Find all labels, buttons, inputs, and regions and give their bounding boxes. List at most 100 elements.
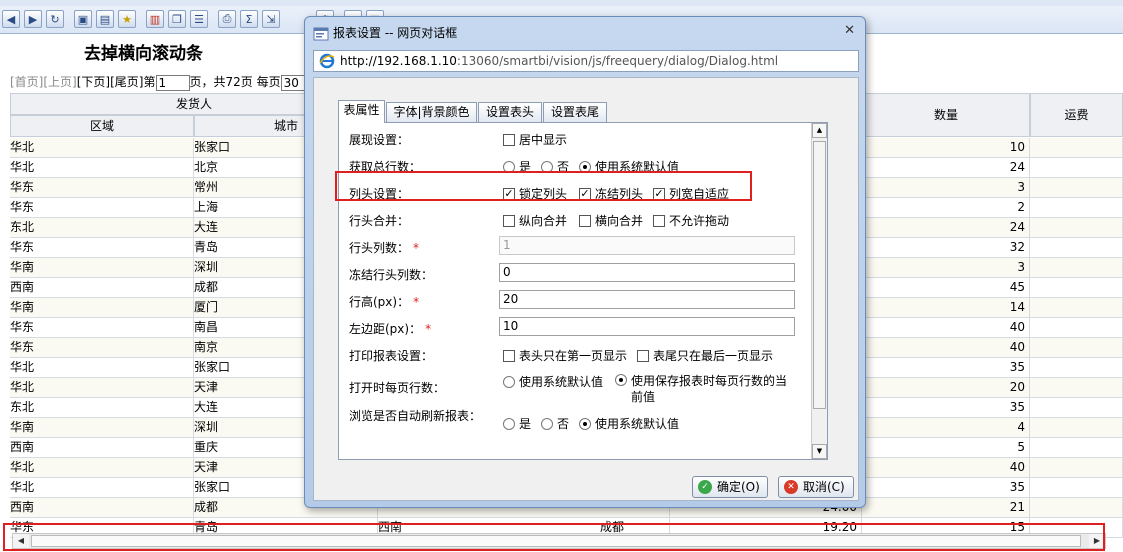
scroll-left-icon[interactable]: ◀ [13, 534, 29, 548]
last-page-link[interactable]: [尾页] [110, 75, 143, 89]
prev-page-link[interactable]: [上页] [43, 75, 76, 89]
left-margin-input[interactable]: 10 [499, 317, 795, 336]
total-rows-no-radio[interactable]: 否 [541, 158, 569, 175]
table-properties-panel: 展现设置： 居中显示 获取总行数： 是 否 使用系统默认值 列头设置： ✓ 锁定列… [338, 122, 828, 460]
column-header-label: 列头设置： [349, 187, 410, 201]
row-header-cols-input: 1 [499, 236, 795, 255]
cell-quantity: 35 [862, 478, 1030, 498]
tab-set-header[interactable]: 设置表头 [478, 102, 542, 122]
no-drag-checkbox[interactable]: 不允许拖动 [653, 212, 729, 229]
checkbox-label: 冻结列头 [595, 187, 644, 201]
footer-last-page-checkbox[interactable]: 表尾只在最后一页显示 [637, 347, 773, 364]
cell-region: 华南 [10, 418, 194, 438]
total-rows-default-radio[interactable]: 使用系统默认值 [579, 158, 679, 175]
chart-icon[interactable]: ▥ [146, 10, 164, 28]
tab-table-properties[interactable]: 表属性 [338, 100, 385, 123]
sum-icon[interactable]: Σ [240, 10, 258, 28]
next-page-link[interactable]: [下页] [77, 75, 110, 89]
cell-region: 华北 [10, 378, 194, 398]
cell-quantity: 40 [862, 458, 1030, 478]
ok-button[interactable]: ✓ 确定(O) [692, 476, 768, 498]
freeze-header-checkbox[interactable]: ✓ 冻结列头 [579, 185, 643, 202]
scrollbar-thumb[interactable] [31, 535, 1081, 547]
required-mark: * [425, 322, 432, 336]
tab-font-background[interactable]: 字体|背景颜色 [386, 102, 477, 122]
export-icon[interactable]: ⇲ [262, 10, 280, 28]
checkbox-label: 锁定列头 [519, 187, 568, 201]
center-display-checkbox[interactable]: 居中显示 [503, 131, 567, 148]
page-number-input[interactable]: 1 [155, 74, 190, 91]
save-as-icon[interactable]: ▤ [96, 10, 114, 28]
cell-freight [1030, 498, 1123, 518]
cell-freight [1030, 238, 1123, 258]
tab-set-footer[interactable]: 设置表尾 [543, 102, 607, 122]
refresh-default-radio[interactable]: 使用系统默认值 [579, 415, 679, 432]
scroll-right-icon[interactable]: ▶ [1089, 534, 1105, 548]
first-page-link[interactable]: [首页] [10, 75, 43, 89]
header-freight[interactable]: 运费 [1030, 93, 1123, 137]
cell-freight [1030, 418, 1123, 438]
display-settings-label: 展现设置： [349, 133, 410, 147]
cell-freight [1030, 278, 1123, 298]
refresh-icon[interactable]: ↻ [46, 10, 64, 28]
dialog-url-bar: http://192.168.1.10:13060/smartbi/vision… [313, 50, 859, 72]
cell-region: 华东 [10, 338, 194, 358]
horizontal-scrollbar[interactable]: ◀ ▶ [12, 533, 1106, 549]
frozen-row-header-cols-input[interactable]: 0 [499, 263, 795, 282]
panel-vertical-scrollbar[interactable]: ▲ ▼ [811, 123, 827, 459]
label-text: 左边距(px)： [349, 322, 422, 336]
checkbox-label: 表头只在第一页显示 [519, 349, 628, 363]
close-icon[interactable]: ✕ [844, 23, 855, 38]
window-icon[interactable]: ❐ [168, 10, 186, 28]
list-icon[interactable]: ☰ [190, 10, 208, 28]
radio-label: 是 [519, 160, 532, 174]
ok-label: 确定(O) [717, 480, 760, 494]
center-display-label: 居中显示 [519, 133, 568, 147]
vertical-merge-checkbox[interactable]: 纵向合并 [503, 212, 567, 229]
radio-label: 使用系统默认值 [595, 160, 680, 174]
cell-quantity: 40 [862, 318, 1030, 338]
total-rows-yes-radio[interactable]: 是 [503, 158, 531, 175]
header-first-page-checkbox[interactable]: 表头只在第一页显示 [503, 347, 627, 364]
header-region[interactable]: 区域 [10, 115, 194, 137]
cell-region: 华北 [10, 478, 194, 498]
cell-region: 西南 [10, 498, 194, 518]
cell-quantity: 35 [862, 358, 1030, 378]
required-mark: * [413, 295, 420, 309]
autofit-width-checkbox[interactable]: ✓ 列宽自适应 [653, 185, 729, 202]
cell-freight [1030, 158, 1123, 178]
rows-system-default-radio[interactable]: 使用系统默认值 [503, 373, 603, 390]
radio-selected-icon [615, 374, 627, 386]
row-height-input[interactable]: 20 [499, 290, 795, 309]
rows-saved-value-radio[interactable]: 使用保存报表时每页行数的当前值 [615, 373, 795, 405]
horizontal-merge-checkbox[interactable]: 横向合并 [579, 212, 643, 229]
label-text: 行头列数： [349, 241, 410, 255]
url-path: :13060/smartbi/vision/js/freequery/dialo… [456, 54, 779, 68]
cell-region: 华南 [10, 298, 194, 318]
rows-per-page-input[interactable]: 30 [280, 74, 305, 91]
print-icon[interactable]: ⎙ [218, 10, 236, 28]
checkbox-label: 不允许拖动 [669, 214, 730, 228]
save-icon[interactable]: ▣ [74, 10, 92, 28]
scroll-down-icon[interactable]: ▼ [812, 444, 827, 459]
cell-freight [1030, 338, 1123, 358]
checkbox-icon [653, 214, 665, 227]
checkbox-label: 表尾只在最后一页显示 [653, 349, 774, 363]
cell-quantity: 21 [862, 498, 1030, 518]
favorite-icon[interactable]: ★ [118, 10, 136, 28]
cell-quantity: 10 [862, 138, 1030, 158]
scrollbar-thumb[interactable] [813, 141, 826, 409]
checkbox-checked-icon: ✓ [503, 186, 515, 200]
header-quantity[interactable]: 数量 [862, 93, 1030, 137]
cancel-icon: ✕ [784, 480, 798, 494]
forward-icon[interactable]: ▶ [24, 10, 42, 28]
required-mark: * [413, 241, 420, 255]
refresh-no-radio[interactable]: 否 [541, 415, 569, 432]
back-icon[interactable]: ◀ [2, 10, 20, 28]
cancel-button[interactable]: ✕ 取消(C) [778, 476, 854, 498]
scroll-up-icon[interactable]: ▲ [812, 123, 827, 138]
page-suffix: 页，共72页 [189, 75, 253, 89]
lock-header-checkbox[interactable]: ✓ 锁定列头 [503, 185, 567, 202]
cell-region: 华东 [10, 178, 194, 198]
refresh-yes-radio[interactable]: 是 [503, 415, 531, 432]
